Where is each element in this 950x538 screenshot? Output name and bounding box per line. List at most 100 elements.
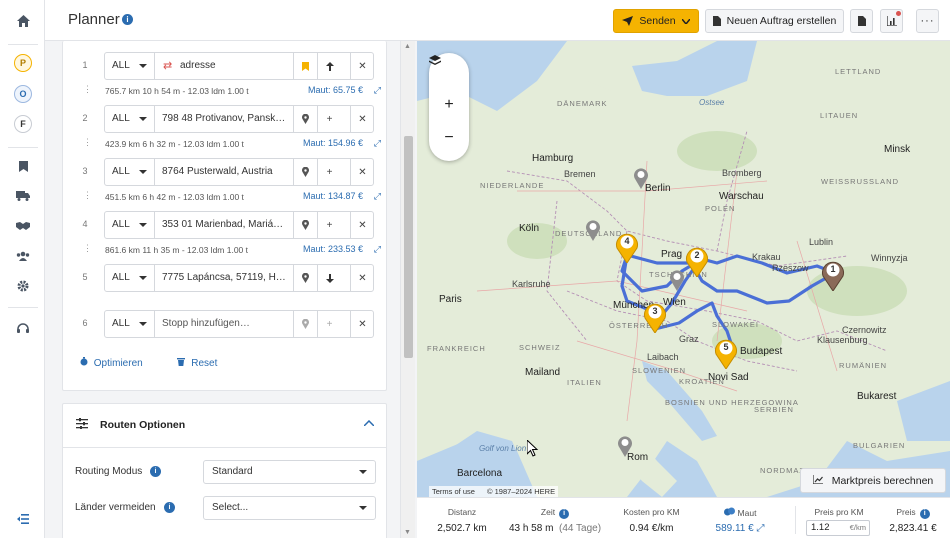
scrollbar-thumb[interactable] — [404, 136, 413, 358]
remove-stop-icon[interactable]: ✕ — [350, 159, 374, 185]
map-label: SLOWAKEI — [712, 320, 759, 329]
vehicle-mode-value: ALL — [112, 60, 130, 71]
price-per-km-input[interactable]: 1.12 €/km — [806, 520, 870, 536]
map-label: RUMÄNIEN — [839, 361, 888, 370]
add-icon[interactable]: + — [317, 212, 341, 238]
zoom-in-button[interactable]: + — [429, 90, 469, 120]
pdf-document-button[interactable] — [850, 9, 873, 33]
routing-mode-select[interactable]: Standard — [203, 460, 376, 484]
caret-down-icon — [139, 170, 147, 174]
collapse-icon[interactable] — [12, 508, 34, 530]
route-options-header[interactable]: Routen Optionen — [63, 404, 386, 448]
stop-address-input[interactable]: 798 48 Protivanov, Pansk… — [162, 106, 295, 132]
location-pin-icon[interactable] — [293, 159, 317, 185]
scroll-down-icon[interactable]: ▼ — [404, 529, 411, 536]
map-label: Graz — [679, 334, 699, 344]
chevron-up-icon[interactable] — [363, 417, 375, 429]
vehicle-mode-select[interactable]: ALL — [105, 311, 155, 337]
toll-value[interactable]: 589.11 € — [716, 523, 754, 534]
stop-marker-2[interactable]: 2 — [685, 245, 709, 277]
swap-arrows-icon[interactable]: ⇄ — [163, 59, 172, 72]
remove-stop-icon[interactable]: ✕ — [350, 311, 374, 337]
add-stop-input[interactable]: Stopp hinzufügen… — [162, 311, 295, 337]
info-icon[interactable]: i — [919, 509, 930, 519]
send-button-label: Senden — [639, 15, 676, 27]
stop-marker-5[interactable]: 5 — [714, 337, 738, 369]
reset-label: Reset — [191, 358, 218, 369]
map-label: Minsk — [884, 144, 911, 155]
new-order-button[interactable]: Neuen Auftrag erstellen — [705, 9, 844, 33]
info-icon[interactable]: i — [559, 509, 570, 519]
sliders-icon — [76, 418, 88, 432]
stop-marker-3[interactable]: 3 — [643, 301, 667, 333]
new-order-label: Neuen Auftrag erstellen — [726, 15, 837, 27]
headset-icon[interactable] — [12, 318, 34, 340]
stop-address-input[interactable]: 353 01 Marienbad, Mariá… — [162, 212, 295, 238]
terms-of-use-link[interactable]: Terms of use — [432, 487, 475, 496]
reset-button[interactable]: Reset — [177, 358, 233, 369]
location-pin-icon[interactable] — [293, 106, 317, 132]
poi-marker-icon[interactable] — [617, 435, 633, 457]
expand-icon[interactable]: ⤢ — [374, 138, 381, 149]
vehicle-mode-select[interactable]: ALL — [105, 53, 155, 79]
bookmark-icon[interactable] — [12, 155, 34, 177]
avoid-countries-select[interactable]: Select... — [203, 496, 376, 520]
more-menu-button[interactable]: ··· — [916, 9, 939, 33]
remove-stop-icon[interactable]: ✕ — [350, 53, 374, 79]
zoom-out-button[interactable]: − — [429, 123, 469, 153]
stop-address-input[interactable]: 8764 Pusterwald, Austria — [162, 159, 295, 185]
handshake-icon[interactable] — [12, 215, 34, 237]
vehicle-mode-select[interactable]: ALL — [105, 265, 155, 291]
stop-address-input[interactable]: 7775 Lapáncsa, 57119, H… — [162, 265, 295, 291]
segment-stats: 451.5 km 6 h 42 m - 12.03 ldm 1.00 t — [105, 192, 244, 202]
stop-marker-4[interactable]: 4 — [615, 231, 639, 263]
truck-icon[interactable] — [12, 185, 34, 207]
bookmark-icon[interactable] — [293, 53, 317, 79]
vehicle-mode-select[interactable]: ALL — [105, 106, 155, 132]
layers-icon[interactable] — [429, 55, 469, 85]
remove-stop-icon[interactable]: ✕ — [350, 265, 374, 291]
market-price-button[interactable]: Marktpreis berechnen — [800, 468, 946, 493]
vehicle-mode-select[interactable]: ALL — [105, 159, 155, 185]
expand-icon[interactable]: ⤢ — [756, 523, 764, 534]
statistics-button[interactable] — [880, 9, 903, 33]
info-icon[interactable]: i — [122, 14, 133, 25]
vehicle-mode-select[interactable]: ALL — [105, 212, 155, 238]
users-icon[interactable] — [12, 245, 34, 267]
gear-icon[interactable] — [12, 275, 34, 297]
poi-marker-icon[interactable] — [669, 269, 685, 291]
expand-icon[interactable]: ⤢ — [374, 191, 381, 202]
location-pin-icon[interactable] — [293, 265, 317, 291]
scroll-up-icon[interactable]: ▲ — [404, 43, 411, 50]
panel-scrollbar[interactable]: ▲ ▼ — [400, 41, 415, 538]
divider — [8, 307, 38, 308]
remove-stop-icon[interactable]: ✕ — [350, 106, 374, 132]
add-icon[interactable]: + — [317, 106, 341, 132]
add-icon[interactable]: + — [317, 159, 341, 185]
poi-marker-icon[interactable] — [633, 167, 649, 189]
toll-stat: Maut 589.11 € ⤢ — [700, 498, 780, 538]
profile-o-avatar[interactable]: O — [14, 85, 32, 103]
home-icon[interactable] — [12, 10, 34, 32]
remove-stop-icon[interactable]: ✕ — [350, 212, 374, 238]
expand-icon[interactable]: ⤢ — [374, 244, 381, 255]
planner-panel: 1 ALL ⇄ adresse ✕ ⋮ 765.7 km 10 h 54 m -… — [45, 41, 417, 538]
expand-icon[interactable]: ⤢ — [374, 85, 381, 96]
segment-toll: Maut: 134.87 € — [302, 191, 363, 201]
info-icon[interactable]: i — [150, 466, 161, 477]
caret-down-icon — [359, 470, 367, 474]
profile-f-avatar[interactable]: F — [14, 115, 32, 133]
avoid-countries-row: Länder vermeiden i Select... — [75, 496, 376, 520]
profile-p-avatar[interactable]: P — [14, 54, 32, 72]
send-button[interactable]: Senden — [613, 9, 699, 33]
map-label: Novi Sad — [708, 372, 749, 383]
stop-marker-1[interactable]: 1 — [821, 259, 845, 291]
info-icon[interactable]: i — [164, 502, 175, 513]
move-down-icon[interactable] — [317, 265, 341, 291]
route-map[interactable]: LETTLAND DÄNEMARK Ostsee LITAUEN Hamburg… — [417, 41, 950, 497]
location-pin-icon[interactable] — [293, 212, 317, 238]
vertical-dots-icon: ⋮ — [83, 190, 92, 200]
poi-marker-icon[interactable] — [585, 219, 601, 241]
move-up-icon[interactable] — [317, 53, 341, 79]
optimize-button[interactable]: Optimieren — [80, 357, 161, 369]
